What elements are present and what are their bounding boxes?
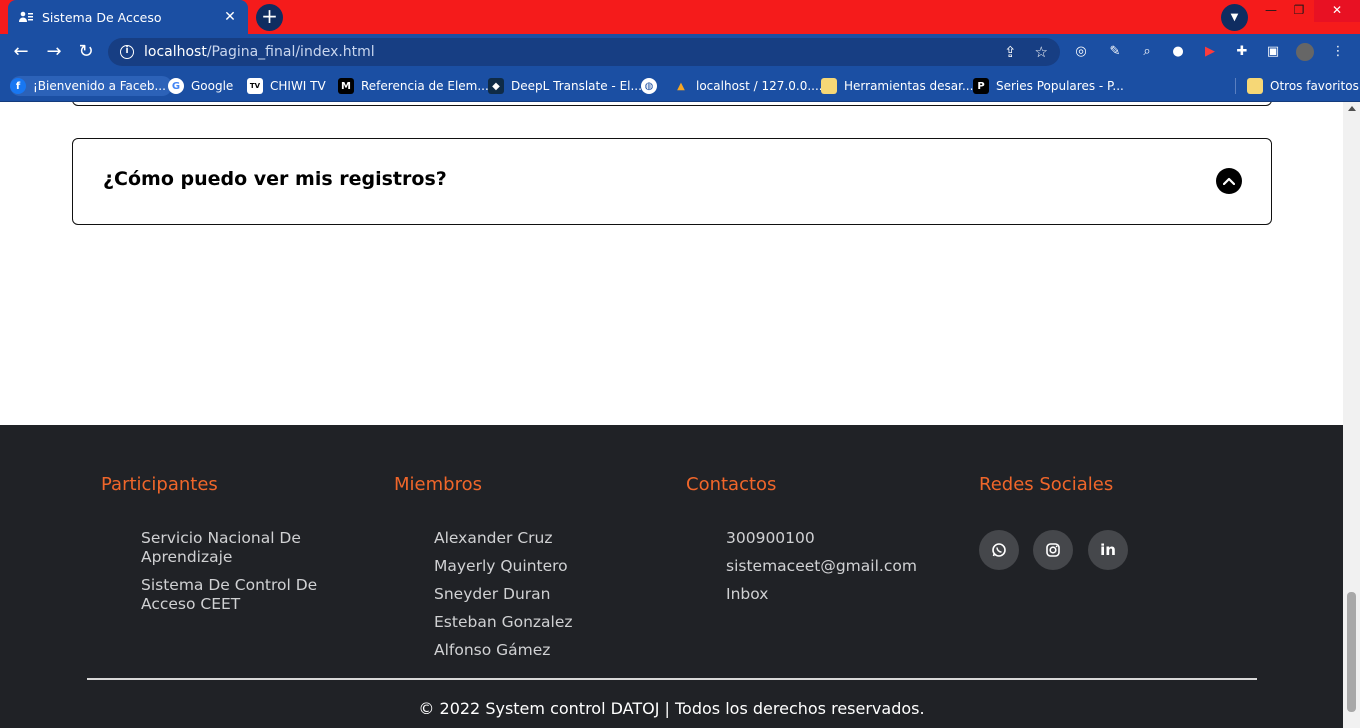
- bookmark-series[interactable]: P Series Populares - P...: [973, 76, 1124, 96]
- p-icon: P: [973, 78, 989, 94]
- bookmark-label: CHIWI TV: [270, 79, 326, 93]
- faq-card[interactable]: ¿Cómo puedo ver mis registros?: [72, 138, 1272, 225]
- scrollbar-thumb[interactable]: [1347, 592, 1356, 712]
- scroll-up-arrow[interactable]: [1348, 106, 1356, 111]
- bookmark-herramientas[interactable]: Herramientas desar...: [821, 76, 973, 96]
- reload-button[interactable]: ↻: [74, 40, 98, 64]
- bookmark-otros-favoritos[interactable]: Otros favoritos: [1247, 76, 1359, 96]
- footer-divider: [87, 678, 1257, 680]
- new-tab-button[interactable]: +: [256, 4, 283, 31]
- minimize-button[interactable]: —: [1258, 0, 1284, 22]
- profile-avatar[interactable]: [1296, 43, 1314, 61]
- folder-icon: [1247, 78, 1263, 94]
- browser-tab[interactable]: Sistema De Acceso ✕: [8, 0, 248, 34]
- google-icon: G: [168, 78, 184, 94]
- bookmark-label: Google: [191, 79, 234, 93]
- inbox-link[interactable]: Inbox: [726, 585, 956, 604]
- url-host: localhost: [144, 44, 207, 60]
- facebook-icon: f: [10, 78, 26, 94]
- mdn-icon: M: [338, 78, 354, 94]
- chevron-up-icon[interactable]: [1216, 168, 1242, 194]
- users-icon: [18, 9, 34, 25]
- faq-question: ¿Cómo puedo ver mis registros?: [103, 168, 447, 190]
- list-item: Esteban Gonzalez: [434, 613, 573, 631]
- puzzle-icon[interactable]: ✚: [1233, 43, 1251, 61]
- bookmarks-divider: [1235, 78, 1236, 94]
- bookmarks-bar: f ¡Bienvenido a Faceb... G Google TV CHI…: [0, 70, 1360, 102]
- bookmark-label: DeepL Translate - El...: [511, 79, 642, 93]
- bookmark-chiwi-tv[interactable]: TV CHIWI TV: [247, 76, 326, 96]
- faq-card-previous[interactable]: [72, 102, 1272, 106]
- bookmark-mdn[interactable]: M Referencia de Elem...: [338, 76, 489, 96]
- deepl-icon: ◆: [488, 78, 504, 94]
- tv-icon: TV: [247, 78, 263, 94]
- footer-heading-participantes: Participantes: [101, 474, 218, 495]
- bookmark-facebook[interactable]: f ¡Bienvenido a Faceb...: [10, 76, 172, 96]
- close-window-button[interactable]: ✕: [1314, 0, 1360, 22]
- globe-icon: ◍: [641, 78, 657, 94]
- tab-title: Sistema De Acceso: [42, 9, 162, 25]
- bookmark-label: Series Populares - P...: [996, 79, 1124, 93]
- phone-number: 300900100: [726, 529, 815, 547]
- copyright-text: © 2022 System control DATOJ | Todos los …: [418, 699, 925, 718]
- whatsapp-button[interactable]: [979, 530, 1019, 570]
- forward-button[interactable]: →: [42, 40, 66, 64]
- tab-close-icon[interactable]: ✕: [222, 9, 238, 25]
- bookmark-star-icon[interactable]: ☆: [1035, 43, 1048, 61]
- side-panel-icon[interactable]: ▣: [1264, 43, 1282, 61]
- menu-icon[interactable]: ⋮: [1329, 43, 1347, 61]
- footer-heading-contactos: Contactos: [686, 474, 777, 495]
- bookmark-label: Herramientas desar...: [844, 79, 974, 93]
- page-viewport: ¿Cómo puedo ver mis registros? Participa…: [0, 102, 1343, 728]
- bookmark-label: Otros favoritos: [1270, 79, 1359, 93]
- youtube-extension-icon[interactable]: ▶: [1201, 43, 1219, 61]
- share-icon[interactable]: ⇪: [1004, 43, 1017, 61]
- bookmark-label: Referencia de Elem...: [361, 79, 489, 93]
- folder-icon: [821, 78, 837, 94]
- linkedin-icon: in: [1100, 541, 1116, 559]
- bookmark-label: localhost / 127.0.0....: [696, 79, 823, 93]
- instagram-icon: [1046, 543, 1060, 557]
- bookmark-deepl[interactable]: ◆ DeepL Translate - El...: [488, 76, 642, 96]
- bookmark-globe[interactable]: ◍: [641, 76, 664, 96]
- url-path: /Pagina_final/index.html: [206, 44, 375, 60]
- bookmark-label: ¡Bienvenido a Faceb...: [33, 79, 166, 93]
- browser-titlebar: Sistema De Acceso ✕ + ▼ — ❐ ✕: [0, 0, 1360, 34]
- scrollbar[interactable]: [1343, 102, 1360, 728]
- footer-heading-redes: Redes Sociales: [979, 474, 1114, 495]
- extension-icon[interactable]: ✎: [1106, 43, 1124, 61]
- linkedin-button[interactable]: in: [1088, 530, 1128, 570]
- browser-toolbar: ← → ↻ i localhost/Pagina_final/index.htm…: [0, 34, 1360, 70]
- list-item: Sneyder Duran: [434, 585, 551, 603]
- contactos-list: 300900100 sistemaceet@gmail.com Inbox: [726, 529, 956, 613]
- list-item: Mayerly Quintero: [434, 557, 568, 575]
- phpmyadmin-icon: ▲: [677, 80, 685, 92]
- whatsapp-icon: [992, 543, 1006, 557]
- list-item: Servicio Nacional De Aprendizaje: [141, 529, 301, 566]
- footer: Participantes Servicio Nacional De Apren…: [0, 425, 1343, 728]
- list-item: Sistema De Control De Acceso CEET: [141, 576, 318, 613]
- instagram-button[interactable]: [1033, 530, 1073, 570]
- address-bar[interactable]: i localhost/Pagina_final/index.html ⇪ ☆: [108, 38, 1060, 66]
- bookmark-localhost[interactable]: ▲ localhost / 127.0.0....: [673, 76, 823, 96]
- extension-icon[interactable]: ⌕: [1138, 43, 1156, 61]
- tab-search-button[interactable]: ▼: [1221, 4, 1248, 31]
- extension-icon[interactable]: ●: [1169, 43, 1187, 61]
- bookmark-google[interactable]: G Google: [168, 76, 233, 96]
- email-link[interactable]: sistemaceet@gmail.com: [726, 557, 956, 576]
- miembros-list: Alexander Cruz Mayerly Quintero Sneyder …: [434, 529, 634, 669]
- footer-heading-miembros: Miembros: [394, 474, 482, 495]
- site-info-icon[interactable]: i: [120, 45, 134, 59]
- list-item: Alexander Cruz: [434, 529, 553, 547]
- extension-icon[interactable]: ◎: [1072, 43, 1090, 61]
- list-item: Alfonso Gámez: [434, 641, 551, 659]
- participantes-list: Servicio Nacional De Aprendizaje Sistema…: [141, 529, 341, 623]
- restore-button[interactable]: ❐: [1286, 0, 1312, 22]
- back-button[interactable]: ←: [9, 40, 33, 64]
